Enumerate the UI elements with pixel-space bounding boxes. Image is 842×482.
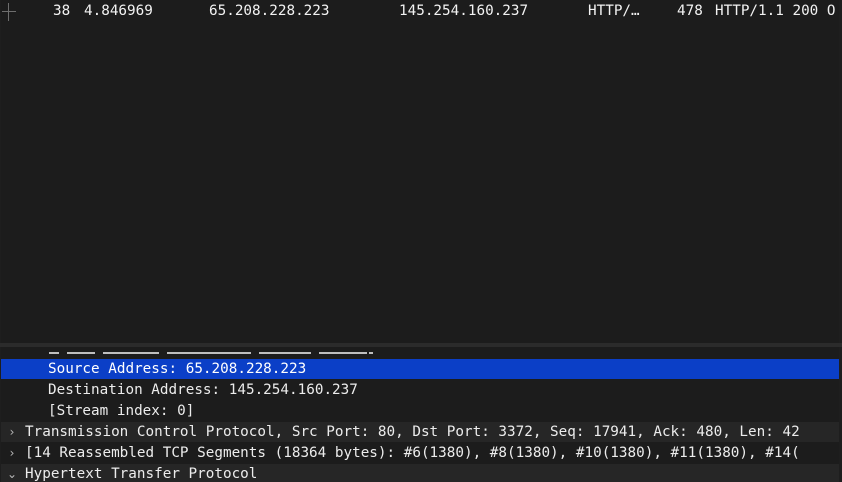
expand-chevron-icon[interactable]: ›	[5, 443, 19, 463]
tree-item-reassembled-segments[interactable]: › [14 Reassembled TCP Segments (18364 by…	[1, 443, 839, 463]
packet-info: HTTP/1.1 200 O	[715, 3, 836, 19]
packet-protocol: HTTP/…	[588, 3, 640, 19]
detail-text: Transmission Control Protocol, Src Port:…	[25, 424, 800, 440]
detail-destination-address[interactable]: Destination Address: 145.254.160.237	[1, 380, 839, 400]
detail-text: [Stream index: 0]	[48, 403, 195, 419]
packet-row[interactable]: 38 4.846969 65.208.228.223 145.254.160.2…	[1, 1, 839, 21]
packet-list-pane[interactable]: 38 4.846969 65.208.228.223 145.254.160.2…	[1, 0, 839, 343]
packet-time: 4.846969	[84, 3, 153, 19]
row-marker-icon	[2, 3, 16, 21]
tree-item-http[interactable]: ⌄ Hypertext Transfer Protocol	[1, 464, 839, 482]
detail-text: [14 Reassembled TCP Segments (18364 byte…	[25, 445, 800, 461]
detail-text: Hypertext Transfer Protocol	[25, 466, 258, 482]
expand-chevron-icon[interactable]: ›	[5, 422, 19, 442]
detail-text: Destination Address: 145.254.160.237	[48, 382, 358, 398]
packet-details-pane[interactable]: Source Address: 65.208.228.223 Destinati…	[1, 347, 839, 482]
packet-source: 65.208.228.223	[209, 3, 330, 19]
detail-source-address[interactable]: Source Address: 65.208.228.223	[1, 359, 839, 379]
collapse-chevron-icon[interactable]: ⌄	[5, 464, 19, 482]
clipped-detail-line	[1, 347, 839, 357]
detail-text: Source Address: 65.208.228.223	[48, 361, 307, 377]
packet-number: 38	[53, 3, 71, 19]
detail-stream-index[interactable]: [Stream index: 0]	[1, 401, 839, 421]
wireshark-window: 38 4.846969 65.208.228.223 145.254.160.2…	[0, 0, 842, 482]
packet-length: 478	[677, 3, 703, 19]
packet-destination: 145.254.160.237	[399, 3, 529, 19]
tree-item-tcp[interactable]: › Transmission Control Protocol, Src Por…	[1, 422, 839, 442]
